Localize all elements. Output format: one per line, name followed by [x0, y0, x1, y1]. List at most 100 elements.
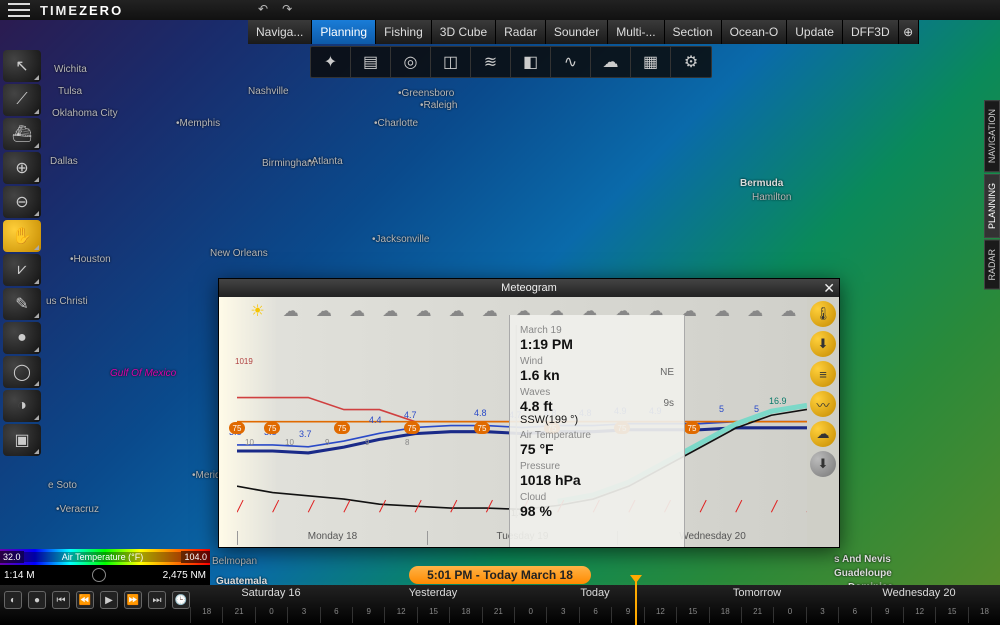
mg-down-button[interactable]: ⬇ — [810, 331, 836, 357]
map-label: •Memphis — [176, 118, 220, 129]
map-label: •Atlanta — [308, 156, 343, 167]
mg-value: 4.8 ft9s — [520, 398, 674, 414]
map-label: Gulf Of Mexico — [110, 368, 176, 379]
timeline-tick: 6 — [320, 607, 352, 623]
mg-tick: 10 — [285, 438, 294, 447]
timeline-tick: 6 — [579, 607, 611, 623]
wave-value: 4.7 — [404, 410, 417, 420]
tl-prev-icon[interactable]: ⏪ — [76, 591, 94, 609]
timeline-tick: 12 — [903, 607, 935, 623]
mg-label: Wind — [520, 356, 674, 367]
map-label: New Orleans — [210, 248, 268, 259]
map-label: Dallas — [50, 156, 78, 167]
timeline-tick: 9 — [871, 607, 903, 623]
timeline-day[interactable]: Yesterday — [352, 587, 514, 603]
timeline-tick: 21 — [482, 607, 514, 623]
mg-cloud-button[interactable]: ☁ — [810, 421, 836, 447]
map-label: e Soto — [48, 480, 77, 491]
mg-day: Monday 18 — [237, 531, 427, 545]
temperature-legend: 32.0 Air Temperature (°F) 104.0 — [0, 549, 210, 565]
map-label: Tulsa — [58, 86, 82, 97]
timeline-cursor[interactable] — [635, 581, 637, 625]
timeline-tick: 18 — [449, 607, 481, 623]
temp-value: 75 — [404, 422, 420, 434]
mg-bars-button[interactable]: ≡ — [810, 361, 836, 387]
timeline-tick: 15 — [935, 607, 967, 623]
timeline-tick: 15 — [676, 607, 708, 623]
timeline-tick: 9 — [352, 607, 384, 623]
timeline-tick: 15 — [417, 607, 449, 623]
right-tab-planning[interactable]: PLANNING — [984, 174, 1000, 238]
timeline[interactable]: 5:01 PM - Today March 18 ◐ ● ⏮ ⏪ ▶ ⏩ ⏭ 🕒… — [0, 585, 1000, 625]
map-label: Oklahoma City — [52, 108, 118, 119]
temp-value: 75 — [229, 422, 245, 434]
timeline-tick: 0 — [514, 607, 546, 623]
map-label: •Veracruz — [56, 504, 99, 515]
tl-first-icon[interactable]: ⏮ — [52, 591, 70, 609]
weather-icon: ☁ — [274, 301, 307, 325]
temp-value: 75 — [474, 422, 490, 434]
wave-value: 5 — [754, 404, 759, 414]
mg-value: 1018 hPa — [520, 472, 674, 488]
timeline-tick: 12 — [644, 607, 676, 623]
timeline-tick: 3 — [287, 607, 319, 623]
timeline-tick: 18 — [968, 607, 1000, 623]
weather-icon: ☁ — [440, 301, 473, 325]
map-label: •Raleigh — [420, 100, 457, 111]
timeline-tick: 18 — [190, 607, 222, 623]
timeline-tick: 3 — [806, 607, 838, 623]
timeline-controls: ◐ ● ⏮ ⏪ ▶ ⏩ ⏭ 🕒 — [4, 591, 190, 609]
map-label: s And Nevis — [834, 554, 891, 565]
temp-value: 75 — [684, 422, 700, 434]
wave-value: 3.7 — [299, 429, 312, 439]
tl-mode-icon[interactable]: ◐ — [4, 591, 22, 609]
meteogram-panel: Meteogram ✕ ☀☁☁☁☁☁☁☁☁☁☁☁☁☁☁☁☁ 3.83.83.74… — [218, 278, 840, 548]
right-panel-tabs: NAVIGATION PLANNING RADAR — [984, 100, 1000, 292]
timeline-tick: 21 — [222, 607, 254, 623]
weather-icon: ☁ — [473, 301, 506, 325]
weather-icon: ☁ — [772, 301, 805, 325]
mg-value: SSW(199 °) — [520, 414, 674, 426]
right-tab-radar[interactable]: RADAR — [984, 240, 1000, 290]
meteogram-side-tools: 🌡 ⬇ ≡ 〰 ☁ ⬇ — [807, 297, 839, 547]
timeline-day[interactable]: Saturday 16 — [190, 587, 352, 603]
legend-max: 104.0 — [181, 551, 210, 563]
map-label: •Houston — [70, 254, 111, 265]
tl-clock-icon[interactable]: 🕒 — [172, 591, 190, 609]
legend-label: Air Temperature (°F) — [24, 552, 182, 562]
wave-value: 4.8 — [474, 408, 487, 418]
pressure-tick: 1019 — [235, 357, 253, 366]
mg-down2-button[interactable]: ⬇ — [810, 451, 836, 477]
right-tab-navigation[interactable]: NAVIGATION — [984, 100, 1000, 172]
map-label: Wichita — [54, 64, 87, 75]
timeline-tick: 18 — [709, 607, 741, 623]
mg-therm-button[interactable]: 🌡 — [810, 301, 836, 327]
mg-label: Cloud — [520, 492, 674, 503]
mg-tick: 8 — [405, 438, 409, 447]
tl-play-icon[interactable]: ▶ — [100, 591, 118, 609]
weather-icon: ☁ — [739, 301, 772, 325]
tl-record-icon[interactable]: ● — [28, 591, 46, 609]
meteogram-title-bar[interactable]: Meteogram ✕ — [219, 279, 839, 297]
weather-icon: ☀ — [241, 301, 274, 325]
mg-wave-button[interactable]: 〰 — [810, 391, 836, 417]
tl-next-icon[interactable]: ⏩ — [124, 591, 142, 609]
mg-tick: 9 — [365, 438, 369, 447]
map-label: Nashville — [248, 86, 289, 97]
timeline-tick: 3 — [546, 607, 578, 623]
weather-icon: ☁ — [705, 301, 738, 325]
map-label: •Jacksonville — [372, 234, 429, 245]
wave-value: 5 — [719, 404, 724, 414]
tl-last-icon[interactable]: ⏭ — [148, 591, 166, 609]
timeline-day[interactable]: Wednesday 20 — [838, 587, 1000, 603]
timeline-tick: 0 — [773, 607, 805, 623]
timeline-day[interactable]: Today — [514, 587, 676, 603]
close-icon[interactable]: ✕ — [823, 280, 835, 297]
timeline-tick: 21 — [741, 607, 773, 623]
timeline-badge: 5:01 PM - Today March 18 — [409, 566, 591, 584]
legend-min: 32.0 — [0, 551, 24, 563]
map-label: •Charlotte — [374, 118, 418, 129]
weather-icon: ☁ — [407, 301, 440, 325]
timeline-tick: 0 — [255, 607, 287, 623]
timeline-day[interactable]: Tomorrow — [676, 587, 838, 603]
